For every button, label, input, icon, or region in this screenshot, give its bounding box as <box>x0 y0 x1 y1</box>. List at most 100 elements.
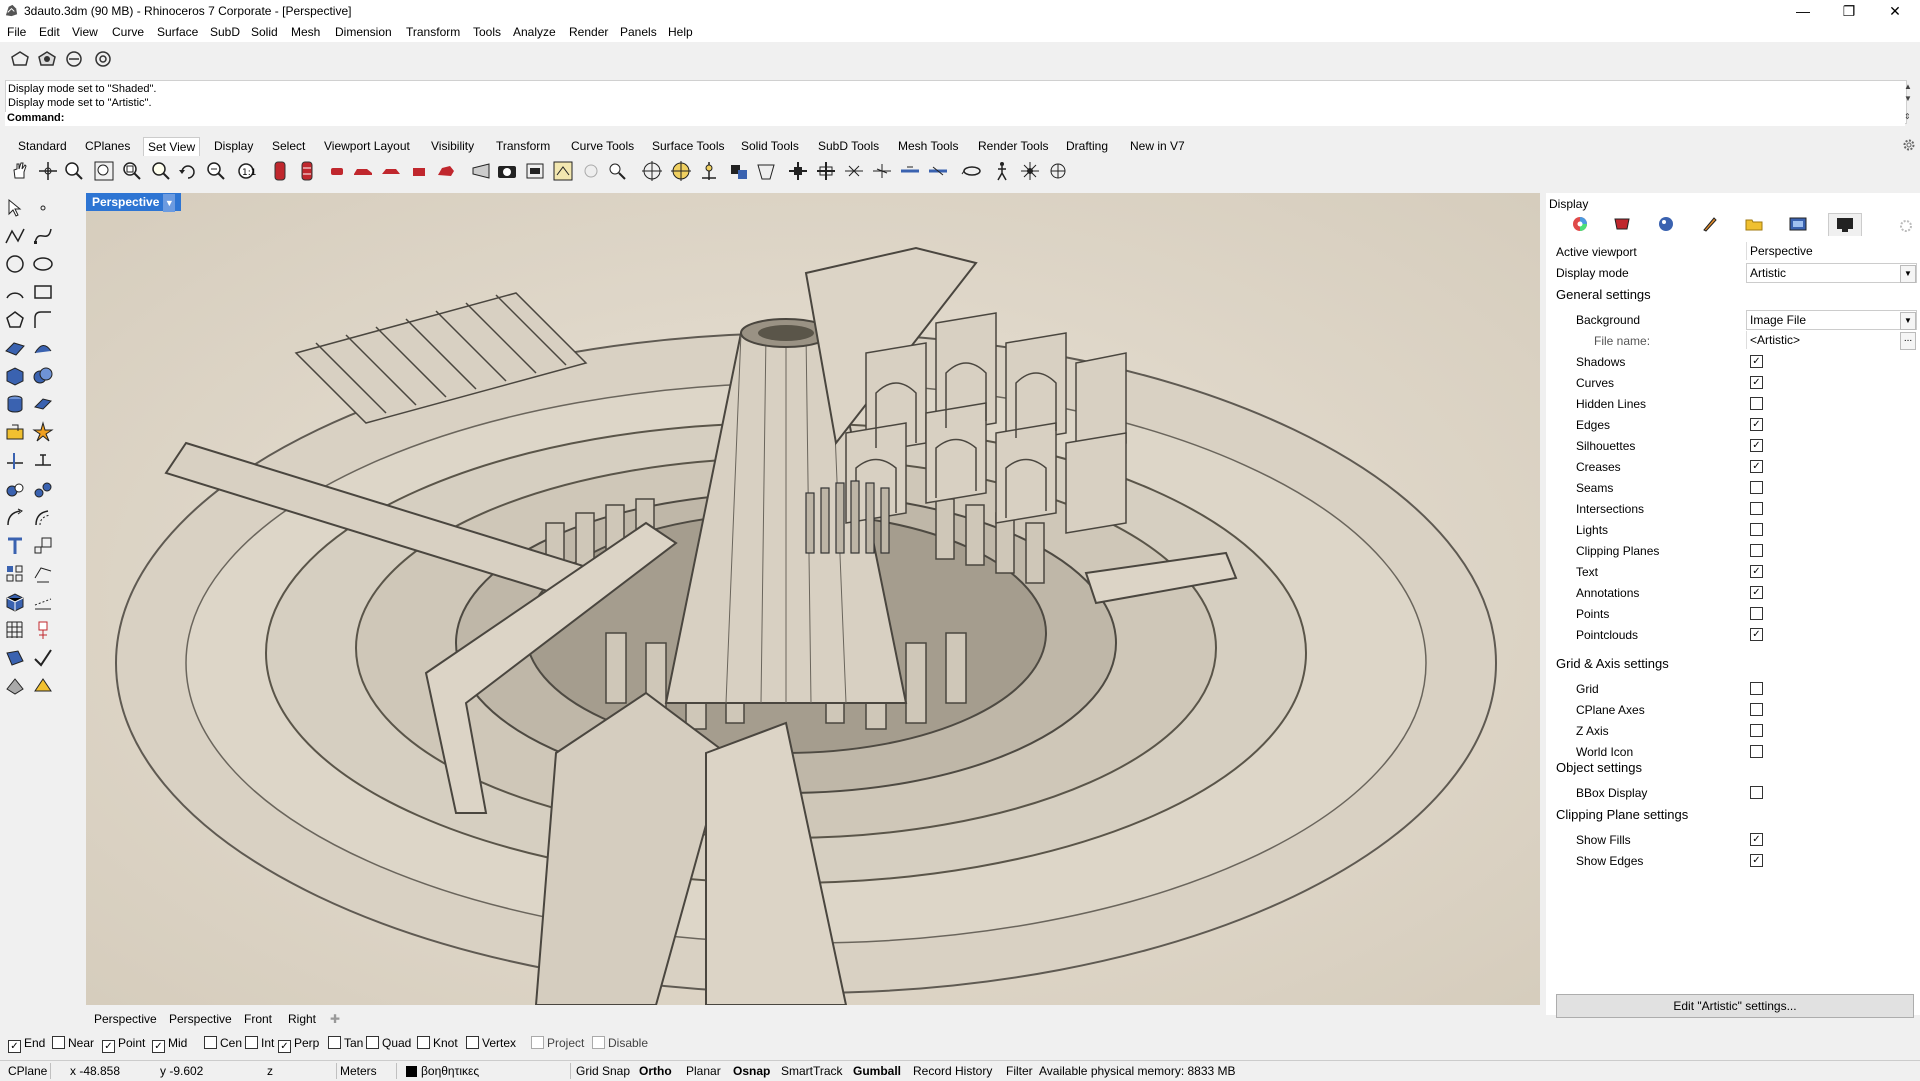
sun-icon[interactable] <box>1019 160 1041 182</box>
menu-file[interactable]: File <box>7 25 26 39</box>
curve-icon[interactable] <box>32 225 54 247</box>
car-side-icon[interactable] <box>352 160 374 182</box>
osnap-disable[interactable]: Disable <box>592 1036 648 1050</box>
undo-view-icon[interactable] <box>177 160 199 182</box>
osnap-checkbox[interactable] <box>531 1036 544 1049</box>
osnap-knot[interactable]: Knot <box>417 1036 458 1050</box>
menu-mesh[interactable]: Mesh <box>291 25 320 39</box>
check-icon[interactable] <box>32 647 54 669</box>
zoom-scale-icon[interactable]: 1:1 <box>235 160 257 182</box>
orbit-icon[interactable] <box>961 160 983 182</box>
osnap-checkbox[interactable] <box>366 1036 379 1049</box>
menu-view[interactable]: View <box>72 25 98 39</box>
menu-analyze[interactable]: Analyze <box>513 25 556 39</box>
osnap-cen[interactable]: Cen <box>204 1036 242 1050</box>
join-icon[interactable] <box>4 479 26 501</box>
mesh-grid-icon[interactable] <box>4 619 26 641</box>
add-viewport-tab-icon[interactable]: ✚ <box>330 1012 340 1026</box>
target-icon[interactable] <box>641 160 663 182</box>
explode-icon[interactable] <box>32 421 54 443</box>
browse-button[interactable]: ... <box>1900 332 1916 350</box>
setting-checkbox[interactable] <box>1750 523 1763 536</box>
analyze-icon[interactable] <box>4 647 26 669</box>
setting-checkbox[interactable] <box>1750 703 1763 716</box>
menu-panels[interactable]: Panels <box>620 25 657 39</box>
osnap-perp[interactable]: ✓ Perp <box>278 1036 319 1053</box>
camera-icon[interactable] <box>496 160 518 182</box>
viewport-menu-icon[interactable]: ▼ <box>163 194 176 212</box>
osnap-mid[interactable]: ✓ Mid <box>152 1036 187 1053</box>
fillet-solid-icon[interactable] <box>4 421 26 443</box>
minimize-button[interactable]: — <box>1780 0 1826 22</box>
command-spin-icon[interactable]: ⇕ <box>1904 112 1911 121</box>
setting-checkbox[interactable]: ✓ <box>1750 355 1763 368</box>
tab-set-view[interactable]: Set View <box>143 137 201 156</box>
select-arrow-icon[interactable] <box>4 197 26 219</box>
menu-subd[interactable]: SubD <box>210 25 240 39</box>
fillet-curve-icon[interactable] <box>32 309 54 331</box>
osnap-checkbox[interactable]: ✓ <box>278 1040 291 1053</box>
rotate-view-icon[interactable] <box>37 160 59 182</box>
osnap-int[interactable]: Int <box>245 1036 274 1050</box>
osnap-checkbox[interactable] <box>417 1036 430 1049</box>
plane-2-icon[interactable] <box>927 160 949 182</box>
menu-help[interactable]: Help <box>668 25 693 39</box>
osnap-tan[interactable]: Tan <box>328 1036 363 1050</box>
cylinder-icon[interactable] <box>4 393 26 415</box>
star-view-icon[interactable] <box>843 160 865 182</box>
open-icon[interactable] <box>36 48 58 70</box>
folder-icon[interactable] <box>1744 215 1764 233</box>
star-view-2-icon[interactable] <box>871 160 893 182</box>
setting-checkbox[interactable]: ✓ <box>1750 376 1763 389</box>
current-layer[interactable]: βοηθητικες <box>421 1064 479 1078</box>
perspective-viewport[interactable]: Perspective ▼ <box>86 193 1540 1005</box>
osnap-checkbox[interactable]: ✓ <box>102 1040 115 1053</box>
viewport-tab-right[interactable]: Right <box>288 1012 316 1026</box>
trim-icon[interactable] <box>4 449 26 471</box>
rhino-app-icon[interactable] <box>4 3 19 18</box>
scale-icon[interactable] <box>32 535 54 557</box>
setting-checkbox[interactable]: ✓ <box>1750 565 1763 578</box>
ellipse-icon[interactable] <box>32 253 54 275</box>
filter-toggle[interactable]: Filter <box>1006 1064 1033 1078</box>
osnap-checkbox[interactable] <box>328 1036 341 1049</box>
boolean-icon[interactable] <box>32 365 54 387</box>
brush-icon[interactable] <box>1700 215 1720 233</box>
setting-checkbox[interactable] <box>1750 745 1763 758</box>
dimension-icon[interactable] <box>32 563 54 585</box>
zoom-out-icon[interactable] <box>205 160 227 182</box>
osnap-end[interactable]: ✓ End <box>8 1036 45 1053</box>
tab-surface-tools[interactable]: Surface Tools <box>652 139 725 153</box>
sphere-view-icon[interactable] <box>580 160 602 182</box>
color-wheel-icon[interactable] <box>1570 215 1590 233</box>
viewport-tab-perspective[interactable]: Perspective <box>94 1012 157 1026</box>
ortho-toggle[interactable]: Ortho <box>639 1064 672 1078</box>
render-icon[interactable] <box>4 675 26 697</box>
menu-edit[interactable]: Edit <box>39 25 60 39</box>
display-mode-select[interactable]: Artistic ▼ <box>1746 263 1917 283</box>
osnap-checkbox[interactable] <box>52 1036 65 1049</box>
setting-checkbox[interactable]: ✓ <box>1750 628 1763 641</box>
polygon-icon[interactable] <box>4 309 26 331</box>
osnap-quad[interactable]: Quad <box>366 1036 411 1050</box>
split-icon[interactable] <box>32 449 54 471</box>
osnap-checkbox[interactable] <box>245 1036 258 1049</box>
filename-field[interactable]: <Artistic>... <box>1746 331 1916 350</box>
gumball-toggle[interactable]: Gumball <box>853 1064 901 1078</box>
arc-icon[interactable] <box>4 281 26 303</box>
zoom-selected-icon[interactable] <box>150 160 172 182</box>
command-prompt[interactable]: Command: <box>5 112 1905 126</box>
extrude-icon[interactable] <box>32 393 54 415</box>
tab-select[interactable]: Select <box>272 139 305 153</box>
move-icon[interactable] <box>4 507 26 529</box>
tab-display[interactable]: Display <box>214 139 253 153</box>
setting-checkbox[interactable] <box>1750 724 1763 737</box>
osnap-checkbox[interactable] <box>592 1036 605 1049</box>
setting-checkbox[interactable]: ✓ <box>1750 586 1763 599</box>
setting-checkbox[interactable] <box>1750 682 1763 695</box>
tab-standard[interactable]: Standard <box>18 139 67 153</box>
edit-artistic-settings-button[interactable]: Edit "Artistic" settings... <box>1556 994 1914 1018</box>
copy-icon[interactable] <box>32 507 54 529</box>
smarttrack-toggle[interactable]: SmartTrack <box>781 1064 843 1078</box>
osnap-project[interactable]: Project <box>531 1036 584 1050</box>
